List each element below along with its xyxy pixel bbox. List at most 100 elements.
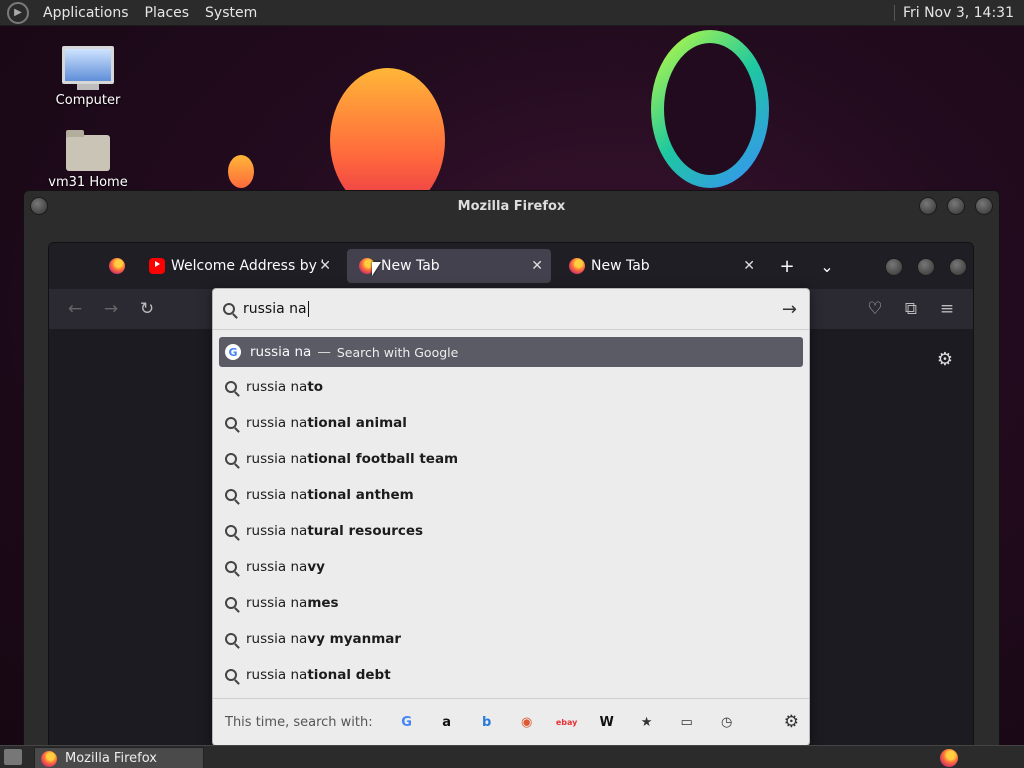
window-menu-button[interactable] [30,197,48,215]
suggestion-completion: tional animal [307,415,407,431]
close-button[interactable] [949,258,967,276]
new-tab-button[interactable]: + [773,249,801,283]
firefox-view-button[interactable] [97,249,131,283]
tab-welcome-address[interactable]: Welcome Address by Vlad ✕ [137,249,339,283]
distro-logo-icon[interactable]: ▶ [7,1,29,24]
suggestion-typed: russia na [246,451,308,467]
suggestion-completion: tional football team [307,451,459,467]
tab-label: New Tab [381,258,440,274]
tabs-icon[interactable]: ▭ [676,711,698,733]
suggestion-row[interactable]: russia na tional animal [219,405,803,441]
suggestion-typed: russia na [246,595,308,611]
window-title: Mozilla Firefox [457,198,566,214]
duckduckgo-icon[interactable]: ◉ [516,711,538,733]
top-panel: ▶ Applications Places System Fri Nov 3, … [0,0,1024,26]
minimize-button[interactable] [919,197,937,215]
ebay-icon[interactable]: ebay [556,711,578,733]
close-tab-icon[interactable]: ✕ [531,258,543,274]
show-desktop-icon[interactable] [4,749,22,765]
search-icon [225,381,237,393]
desktop-icon-computer[interactable]: Computer [48,46,128,108]
search-icon [225,561,237,573]
suggestion-typed: russia na [246,667,308,683]
back-arrow-icon[interactable]: ← [63,297,87,321]
suggestion-list: russia na to russia na tional animal russia … [213,369,809,693]
firefox-icon [569,258,585,274]
menu-system[interactable]: System [197,5,265,21]
wikipedia-icon[interactable]: W [596,711,618,733]
suggestion-typed: russia na [246,379,308,395]
menu-places[interactable]: Places [137,5,198,21]
reload-icon[interactable]: ↻ [135,297,159,321]
search-icon [225,489,237,501]
suggestion-heuristic[interactable]: G russia na — Search with Google [219,337,803,367]
suggestion-completion: tional debt [307,667,391,683]
suggestion-row[interactable]: russia na tural resources [219,513,803,549]
suggestion-row[interactable]: russia na to [219,369,803,405]
bottom-panel: Mozilla Firefox [0,745,1024,768]
suggestion-completion: to [307,379,324,395]
one-off-search-bar: This time, search with: Ga b ◉ ebay W ★ ▭ ◷ ⚙ [213,698,809,745]
search-icon [225,525,237,537]
suggestion-row[interactable]: russia na tional anthem [219,477,803,513]
clock[interactable]: Fri Nov 3, 14:31 [893,4,1024,21]
taskbar-label: Mozilla Firefox [65,751,157,766]
newtab-settings-gear-icon[interactable]: ⚙ [937,349,953,370]
youtube-icon [149,258,165,274]
window-titlebar[interactable]: Mozilla Firefox [24,191,999,221]
menu-applications[interactable]: Applications [35,5,137,21]
suggestion-row[interactable]: russia na vy myanmar [219,621,803,657]
suggestion-row[interactable]: russia na vy [219,549,803,585]
suggestion-completion: tional anthem [307,487,414,503]
text-caret [307,301,309,317]
app-menu-icon[interactable]: ≡ [935,297,959,321]
close-button[interactable] [975,197,993,215]
maximize-button[interactable] [917,258,935,276]
suggestion-typed: russia na [246,559,308,575]
bing-icon[interactable]: b [476,711,498,733]
search-icon [225,453,237,465]
wallpaper-blob-small [228,155,254,188]
suggestion-row[interactable]: russia na mes [219,585,803,621]
search-icon [223,303,235,315]
list-all-tabs-button[interactable]: ⌄ [813,249,841,283]
search-icon [225,417,237,429]
google-icon[interactable]: G [396,711,418,733]
urlbar-dropdown: russia na → G russia na — Search with Go… [212,288,810,746]
tab-label: New Tab [591,258,650,274]
search-icon [225,669,237,681]
extensions-icon[interactable]: ⧉ [899,297,923,321]
suggestion-typed: russia na [246,487,308,503]
desktop-icon-label: vm31 Home [48,175,128,190]
wallpaper-ring [651,30,769,188]
google-icon: G [225,344,241,360]
taskbar-firefox-button[interactable]: Mozilla Firefox [34,747,204,768]
suggestion-completion: mes [307,595,339,611]
urlbar-input[interactable]: russia na [243,301,309,317]
search-settings-gear-icon[interactable]: ⚙ [784,712,799,732]
mouse-cursor [372,262,381,276]
pocket-icon[interactable]: ♡ [863,297,887,321]
close-tab-icon[interactable]: ✕ [319,258,331,274]
suggestion-completion: vy [307,559,325,575]
history-icon[interactable]: ◷ [716,711,738,733]
separator: — [317,344,331,360]
bookmarks-icon[interactable]: ★ [636,711,658,733]
tab-label: Welcome Address by Vlad [171,258,323,274]
search-icon [225,597,237,609]
suggestion-typed: russia na [246,523,308,539]
one-off-label: This time, search with: [225,714,373,730]
forward-arrow-icon[interactable]: → [99,297,123,321]
tray-firefox-icon[interactable] [940,749,958,767]
maximize-button[interactable] [947,197,965,215]
suggestion-row[interactable]: russia na tional debt [219,657,803,693]
desktop-icon-home[interactable]: vm31 Home [48,130,128,190]
amazon-icon[interactable]: a [436,711,458,733]
tab-new-tab[interactable]: New Tab ✕ [557,249,763,283]
go-arrow-icon[interactable]: → [782,299,797,320]
urlbar[interactable]: russia na → [213,289,809,330]
minimize-button[interactable] [885,258,903,276]
suggestion-row[interactable]: russia na tional football team [219,441,803,477]
tab-strip: Welcome Address by Vlad ✕ New Tab ✕ New … [49,243,973,289]
close-tab-icon[interactable]: ✕ [743,258,755,274]
